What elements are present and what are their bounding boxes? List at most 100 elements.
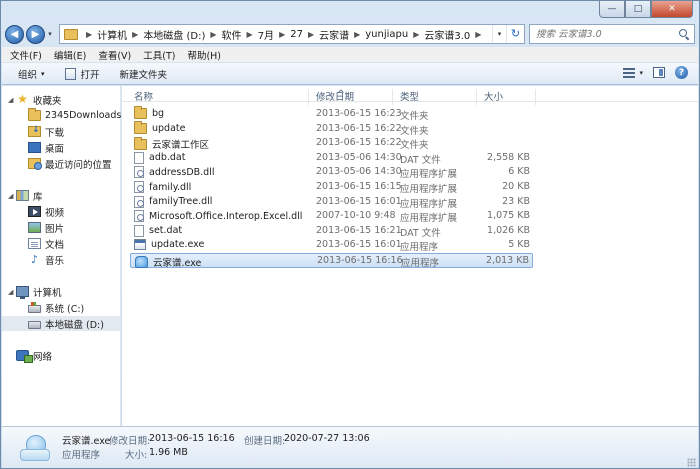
- music-note-icon: ♪: [30, 253, 39, 266]
- file-row[interactable]: Microsoft.Office.Interop.Excel.dll 2007-1…: [130, 209, 533, 224]
- refresh-button[interactable]: ↻: [506, 25, 524, 43]
- sidebar-item-drive-c[interactable]: 系统 (C:): [2, 300, 120, 315]
- breadcrumb-separator[interactable]: ▶: [354, 30, 360, 39]
- file-row[interactable]: familyTree.dll 2013-06-15 16:01 应用程序扩展 23 K…: [130, 195, 533, 210]
- sidebar-item-drive-d[interactable]: 本地磁盘 (D:): [2, 316, 120, 331]
- address-bar[interactable]: ▶ 计算机 ▶ 本地磁盘 (D:) ▶ 软件 ▶ 7月 ▶ 27 ▶ 云家谱 ▶ yunjiapu ▶ 云家谱…: [59, 24, 525, 44]
- maximize-button[interactable]: □: [625, 1, 651, 18]
- file-size: 2,013 KB: [486, 255, 529, 266]
- view-options-dropdown[interactable]: ▾: [639, 69, 643, 77]
- breadcrumb-item[interactable]: 云家谱3.0: [424, 27, 470, 42]
- preview-pane-icon[interactable]: [653, 67, 665, 78]
- expand-icon[interactable]: ◢: [8, 96, 16, 104]
- navigation-row: ◀ ▶ ▾ ▶ 计算机 ▶ 本地磁盘 (D:) ▶ 软件 ▶ 7月 ▶ 27 ▶ 云家谱 ▶ yunjia…: [5, 23, 695, 45]
- sidebar-item-videos[interactable]: 视频: [2, 204, 120, 219]
- file-row[interactable]: family.dll 2013-06-15 16:15 应用程序扩展 20 KB: [130, 180, 533, 195]
- breadcrumb-separator[interactable]: ▶: [132, 30, 138, 39]
- sidebar-item-music[interactable]: ♪ 音乐: [2, 252, 120, 267]
- column-header-name[interactable]: 名称: [134, 89, 153, 103]
- sidebar-item-2345downloads[interactable]: 2345Downloads: [2, 108, 122, 123]
- file-type: 应用程序扩展: [400, 198, 458, 210]
- file-date: 2013-06-15 16:22: [316, 137, 402, 149]
- open-button[interactable]: 打开: [64, 67, 100, 81]
- sidebar-item-downloads[interactable]: 下载: [2, 124, 120, 139]
- search-box[interactable]: [529, 24, 695, 44]
- sidebar-network[interactable]: 网络: [2, 348, 120, 363]
- sidebar-libraries[interactable]: ◢ 库: [2, 188, 120, 203]
- resize-grip[interactable]: [687, 458, 696, 467]
- organize-button[interactable]: 组织 ▾: [18, 67, 45, 81]
- file-row[interactable]: 云家谱.exe 2013-06-15 16:16 应用程序 2,013 KB: [130, 253, 533, 269]
- chevron-down-icon: ▾: [41, 69, 45, 78]
- dll-file-icon: [134, 181, 144, 193]
- search-icon[interactable]: [679, 28, 690, 40]
- column-header-date[interactable]: 修改日期: [316, 89, 354, 103]
- breadcrumb-item[interactable]: 软件: [222, 27, 242, 42]
- expand-icon[interactable]: ◢: [8, 192, 16, 200]
- close-button[interactable]: ✕: [651, 1, 693, 18]
- file-date: 2013-06-15 16:22: [316, 122, 402, 134]
- sidebar-item-recent-places[interactable]: 最近访问的位置: [2, 156, 120, 171]
- expand-icon[interactable]: ◢: [8, 288, 16, 296]
- sidebar-item-label: 2345Downloads: [45, 110, 122, 121]
- details-size-label: 大小:: [125, 450, 148, 461]
- file-name: update: [152, 122, 186, 134]
- menu-edit[interactable]: 编辑(E): [54, 48, 86, 62]
- file-row[interactable]: addressDB.dll 2013-05-06 14:30 应用程序扩展 6 KB: [130, 165, 533, 180]
- file-row[interactable]: update 2013-06-15 16:22 文件夹: [130, 120, 533, 137]
- file-name-cell: 云家谱.exe: [135, 255, 201, 269]
- file-row[interactable]: 云家谱工作区 2013-06-15 16:22 文件夹: [130, 136, 533, 151]
- file-name-cell: Microsoft.Office.Interop.Excel.dll: [134, 210, 302, 223]
- minimize-button[interactable]: —: [599, 1, 625, 18]
- sidebar-item-pictures[interactable]: 图片: [2, 220, 120, 235]
- sidebar-item-desktop[interactable]: 桌面: [2, 140, 120, 155]
- breadcrumb-separator[interactable]: ▶: [413, 30, 419, 39]
- menu-tools[interactable]: 工具(T): [143, 48, 175, 62]
- breadcrumb-item[interactable]: 云家谱: [319, 27, 349, 42]
- breadcrumb-separator[interactable]: ▶: [308, 30, 314, 39]
- search-input[interactable]: [536, 28, 676, 40]
- file-date: 2013-05-06 14:30: [316, 151, 402, 163]
- column-header-size[interactable]: 大小: [484, 89, 503, 103]
- sidebar-item-label: 视频: [45, 207, 65, 219]
- sidebar-item-documents[interactable]: 文档: [2, 236, 120, 251]
- file-row[interactable]: set.dat 2013-06-15 16:21 DAT 文件 1,026 KB: [130, 224, 533, 239]
- dll-file-icon: [134, 166, 144, 179]
- file-type: DAT 文件: [400, 227, 441, 239]
- breadcrumb-separator[interactable]: ▶: [210, 30, 216, 39]
- breadcrumb-item[interactable]: 本地磁盘 (D:): [143, 27, 205, 42]
- navigation-pane: ◢ ★ 收藏夹 2345Downloads 下载 桌面 最近访问的位置 ◢ 库 …: [2, 86, 121, 426]
- sidebar-favorites[interactable]: ◢ ★ 收藏夹: [2, 92, 120, 107]
- breadcrumb-item[interactable]: 计算机: [97, 27, 127, 42]
- back-button[interactable]: ◀: [5, 24, 24, 44]
- sidebar-computer[interactable]: ◢ 计算机: [2, 284, 120, 299]
- file-icon: [134, 224, 144, 237]
- view-options-icon[interactable]: [623, 67, 636, 78]
- folder-icon: [134, 106, 147, 119]
- column-header-type[interactable]: 类型: [400, 89, 419, 103]
- file-type: 应用程序扩展: [400, 184, 458, 195]
- menu-file[interactable]: 文件(F): [10, 48, 42, 62]
- new-folder-button[interactable]: 新建文件夹: [120, 67, 168, 81]
- breadcrumb-separator[interactable]: ▶: [279, 30, 285, 39]
- file-name: set.dat: [149, 225, 183, 237]
- forward-button[interactable]: ▶: [26, 24, 45, 44]
- breadcrumb-separator[interactable]: ▶: [247, 30, 253, 39]
- computer-icon: [16, 286, 29, 299]
- menu-view[interactable]: 查看(V): [98, 48, 131, 62]
- open-label: 打开: [80, 69, 100, 81]
- file-row[interactable]: bg 2013-06-15 16:23 文件夹: [130, 106, 533, 122]
- help-icon[interactable]: ?: [675, 66, 688, 79]
- breadcrumb-item[interactable]: 27: [290, 29, 303, 40]
- breadcrumb-separator[interactable]: ▶: [86, 30, 92, 39]
- recent-pages-dropdown[interactable]: ▾: [45, 30, 55, 38]
- file-row[interactable]: adb.dat 2013-05-06 14:30 DAT 文件 2,558 KB: [130, 151, 533, 166]
- breadcrumb-item[interactable]: yunjiapu: [365, 29, 408, 40]
- breadcrumb-item[interactable]: 7月: [258, 27, 274, 42]
- breadcrumb-separator[interactable]: ▶: [475, 30, 481, 39]
- address-dropdown-button[interactable]: ▾: [492, 25, 506, 43]
- file-row[interactable]: update.exe 2013-06-15 16:01 应用程序 5 KB: [130, 238, 533, 253]
- details-modified-label: 修改日期:: [109, 436, 151, 447]
- menu-help[interactable]: 帮助(H): [187, 48, 221, 62]
- file-name-cell: bg: [134, 106, 164, 119]
